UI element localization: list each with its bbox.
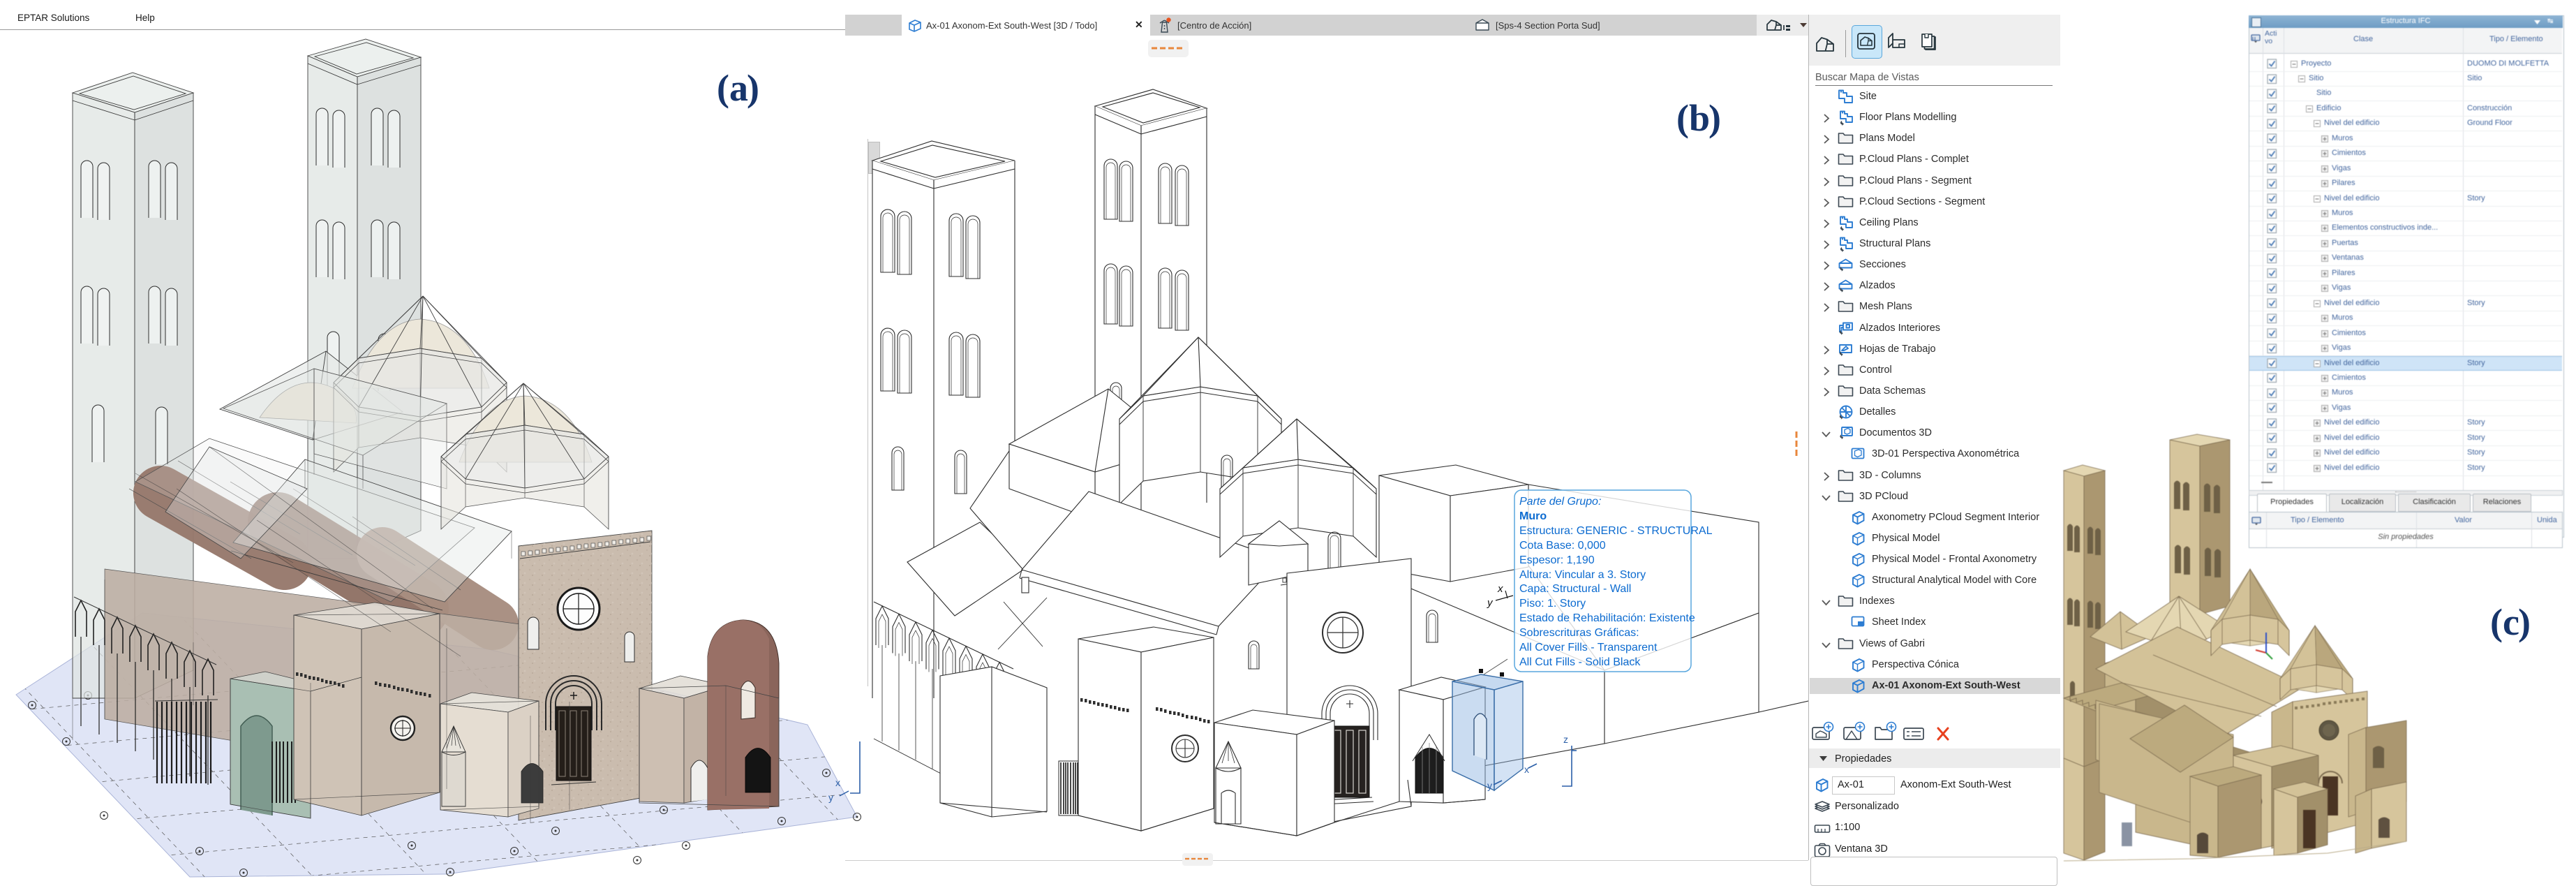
svg-text:y: y <box>1487 780 1492 791</box>
svg-text:Piso: 1. Story: Piso: 1. Story <box>1519 598 1586 610</box>
svg-text:Muro: Muro <box>1519 510 1547 522</box>
svg-text:Cota Base: 0,000: Cota Base: 0,000 <box>1519 540 1606 552</box>
svg-text:All Cut Fills - Solid Black: All Cut Fills - Solid Black <box>1519 656 1641 668</box>
svg-text:All Cover Fills - Transparent: All Cover Fills - Transparent <box>1519 642 1658 654</box>
svg-text:Capa: Structural - Wall: Capa: Structural - Wall <box>1519 583 1631 595</box>
svg-text:Estructura: GENERIC - STRUCTUR: Estructura: GENERIC - STRUCTURAL <box>1519 525 1713 537</box>
svg-text:Parte del Grupo:: Parte del Grupo: <box>1519 496 1601 508</box>
svg-text:Altura: Vincular a 3. Story: Altura: Vincular a 3. Story <box>1519 569 1646 581</box>
svg-text:y: y <box>828 792 833 803</box>
svg-text:y: y <box>1487 597 1494 609</box>
svg-text:Espesor: 1,190: Espesor: 1,190 <box>1519 554 1595 566</box>
svg-text:x: x <box>1524 764 1529 775</box>
svg-text:x: x <box>1497 583 1503 595</box>
svg-text:z: z <box>1563 734 1568 745</box>
svg-text:Estado de Rehabilitación: Exis: Estado de Rehabilitación: Existente <box>1519 612 1695 624</box>
svg-text:Sobrescrituras Gráficas:: Sobrescrituras Gráficas: <box>1519 627 1639 639</box>
svg-text:x: x <box>835 777 840 788</box>
